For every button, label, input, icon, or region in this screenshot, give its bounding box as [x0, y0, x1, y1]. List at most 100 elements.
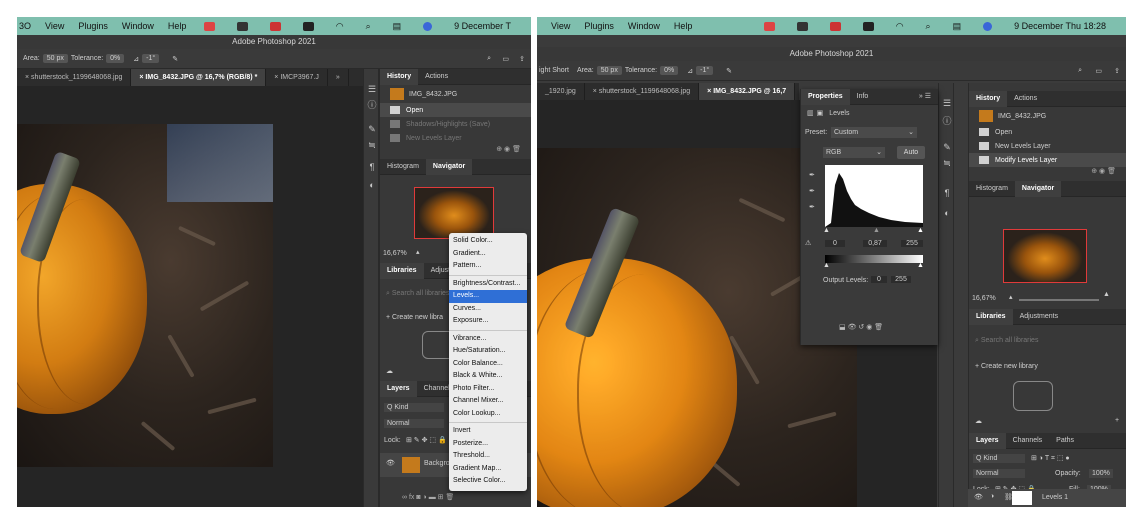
camera-icon[interactable]: ◉	[1099, 168, 1107, 175]
history-snapshot[interactable]: IMG_8432.JPG	[969, 107, 1126, 125]
properties-panel-icon[interactable]: ☰	[366, 83, 378, 95]
tab-history[interactable]: History	[380, 68, 419, 85]
opacity-field[interactable]: 100%	[1089, 469, 1113, 478]
visibility-eye-icon[interactable]: 👁	[386, 459, 395, 467]
control-center-icon[interactable]: ▤	[393, 21, 402, 32]
menu-pattern[interactable]: Pattern...	[449, 260, 527, 273]
search-icon[interactable]: ⌕	[926, 21, 931, 32]
menu-posterize[interactable]: Posterize...	[449, 438, 527, 451]
siri-icon[interactable]	[423, 21, 433, 31]
menu-gradient[interactable]: Gradient...	[449, 248, 527, 261]
share-icon[interactable]: ⇪	[519, 55, 525, 63]
view-previous-icon[interactable]: 👁	[848, 324, 859, 331]
menubar-date[interactable]: 9 December Thu 18:28	[1014, 21, 1106, 31]
tab-paths[interactable]: Paths	[1049, 433, 1081, 449]
search-icon[interactable]: ⌕	[366, 21, 371, 32]
black-eyedropper-icon[interactable]: ✒	[809, 171, 815, 179]
tab-layers[interactable]: Layers	[969, 432, 1006, 449]
glyphs-panel-icon[interactable]: ¶	[941, 187, 953, 199]
menu-invert[interactable]: Invert	[449, 425, 527, 438]
tab-history[interactable]: History	[969, 90, 1008, 107]
tab-histogram[interactable]: Histogram	[380, 159, 426, 175]
menu-black-white[interactable]: Black & White...	[449, 370, 527, 383]
brush-panel-icon[interactable]: ✎	[941, 141, 953, 153]
wifi-icon[interactable]: ◠	[896, 21, 904, 32]
layer-row[interactable]: 👁 ◑ ⛓ Levels 1	[968, 489, 1126, 507]
library-search[interactable]: ⌕ Search all libraries	[386, 290, 449, 298]
trash-icon[interactable]: 🗑	[874, 324, 883, 331]
input-gray-slider[interactable]: ▲	[873, 227, 880, 234]
tab-navigator[interactable]: Navigator	[425, 158, 473, 175]
info-panel-icon[interactable]: ⓘ	[366, 99, 378, 111]
history-item[interactable]: Open	[380, 103, 531, 117]
menu-curves[interactable]: Curves...	[449, 303, 527, 316]
cloud-icon[interactable]: ☁	[975, 417, 982, 425]
zoom-out-icon[interactable]: ▴	[416, 248, 420, 256]
menu-solid-color[interactable]: Solid Color...	[449, 235, 527, 248]
menu-item-help[interactable]: Help	[674, 21, 693, 31]
menu-selective-color[interactable]: Selective Color...	[449, 475, 527, 488]
tab-1920[interactable]: _1920.jpg	[537, 83, 585, 100]
zoom-out-icon[interactable]: ▴	[1009, 293, 1013, 301]
tab-layers[interactable]: Layers	[380, 380, 417, 397]
add-library-icon[interactable]: +	[1115, 417, 1119, 424]
layer-kind-filter[interactable]: Q Kind	[384, 403, 444, 412]
clipping-warning-icon[interactable]: ⚠	[805, 239, 811, 247]
brush-panel-icon[interactable]: ✎	[366, 123, 378, 135]
layer-name[interactable]: Levels 1	[1042, 494, 1068, 501]
blend-mode-select[interactable]: Normal	[384, 419, 444, 428]
cloud-icon[interactable]: ☁	[386, 367, 393, 375]
tolerance-field[interactable]: 0%	[660, 66, 679, 75]
white-eyedropper-icon[interactable]: ✒	[809, 203, 815, 211]
folder-icon[interactable]: ▬	[429, 494, 438, 501]
tab-libraries[interactable]: Libraries	[969, 308, 1013, 325]
shapes-panel-icon[interactable]: ◐	[941, 207, 953, 219]
tab-navigator[interactable]: Navigator	[1014, 180, 1062, 197]
share-icon[interactable]: ⇪	[1114, 67, 1120, 75]
tab-img-8432[interactable]: × IMG_8432.JPG @ 16,7% (RGB/8) *	[131, 69, 267, 86]
layer-filter-icons[interactable]: ⊞ ◑ T ⌗ ⬚ ●	[1031, 454, 1070, 463]
battery-icon[interactable]	[862, 21, 874, 31]
history-item[interactable]: New Levels Layer	[969, 139, 1126, 153]
output-white-field[interactable]: 255	[891, 276, 911, 283]
menu-item-window[interactable]: Window	[628, 21, 660, 31]
input-black-slider[interactable]: ▲	[823, 227, 830, 234]
create-library-button[interactable]: + Create new libra	[386, 314, 443, 321]
auto-button[interactable]: Auto	[897, 146, 925, 159]
clip-to-layer-icon[interactable]: ⬓	[839, 324, 848, 331]
m-status-icon[interactable]	[796, 21, 808, 31]
shapes-panel-icon[interactable]: ◐	[366, 179, 378, 191]
menu-gradient-map[interactable]: Gradient Map...	[449, 463, 527, 476]
menubar-date[interactable]: 9 December T	[454, 21, 511, 31]
menu-threshold[interactable]: Threshold...	[449, 450, 527, 463]
tab-channels[interactable]: Channels	[1006, 433, 1050, 449]
navigator-thumbnail[interactable]	[1003, 229, 1087, 283]
history-item[interactable]: Shadows/Highlights (Save)	[380, 117, 531, 131]
properties-panel-icon[interactable]: ☰	[941, 97, 953, 109]
lock-icons[interactable]: ⊞ ✎ ✥ ⬚ 🔒	[406, 436, 447, 444]
input-white-field[interactable]: 255	[901, 240, 923, 247]
panel-menu-icon[interactable]: » ☰	[912, 89, 938, 105]
siri-icon[interactable]	[983, 21, 993, 31]
search-tool-icon[interactable]: ⌕	[1078, 67, 1082, 75]
m-status-icon[interactable]	[236, 21, 248, 31]
history-snapshot[interactable]: IMG_8432.JPG	[380, 85, 531, 103]
adjust-panel-icon[interactable]: ≒	[941, 157, 953, 169]
search-tool-icon[interactable]: ⌕	[487, 55, 491, 63]
history-item[interactable]: Open	[969, 125, 1126, 139]
tolerance-field[interactable]: 0%	[106, 54, 125, 63]
create-library-button[interactable]: + Create new library	[975, 363, 1038, 370]
snapshot-button-icon[interactable]: ⊕	[496, 146, 504, 153]
menu-item-plugins[interactable]: Plugins	[584, 21, 614, 31]
input-white-slider[interactable]: ▲	[917, 227, 924, 234]
trash-icon[interactable]: 🗑	[512, 146, 521, 153]
area-field[interactable]: 50 px	[596, 66, 622, 75]
tabs-overflow-icon[interactable]: »	[328, 69, 349, 86]
angle-field[interactable]: -1°	[696, 66, 714, 75]
tab-properties[interactable]: Properties	[801, 88, 850, 105]
pressure-icon[interactable]: ✎	[172, 55, 178, 63]
app-status-icon[interactable]	[763, 21, 775, 31]
menu-item-view[interactable]: View	[551, 21, 570, 31]
zoom-in-icon[interactable]: ▲	[1103, 291, 1110, 298]
snapshot-button-icon[interactable]: ⊕	[1091, 168, 1099, 175]
